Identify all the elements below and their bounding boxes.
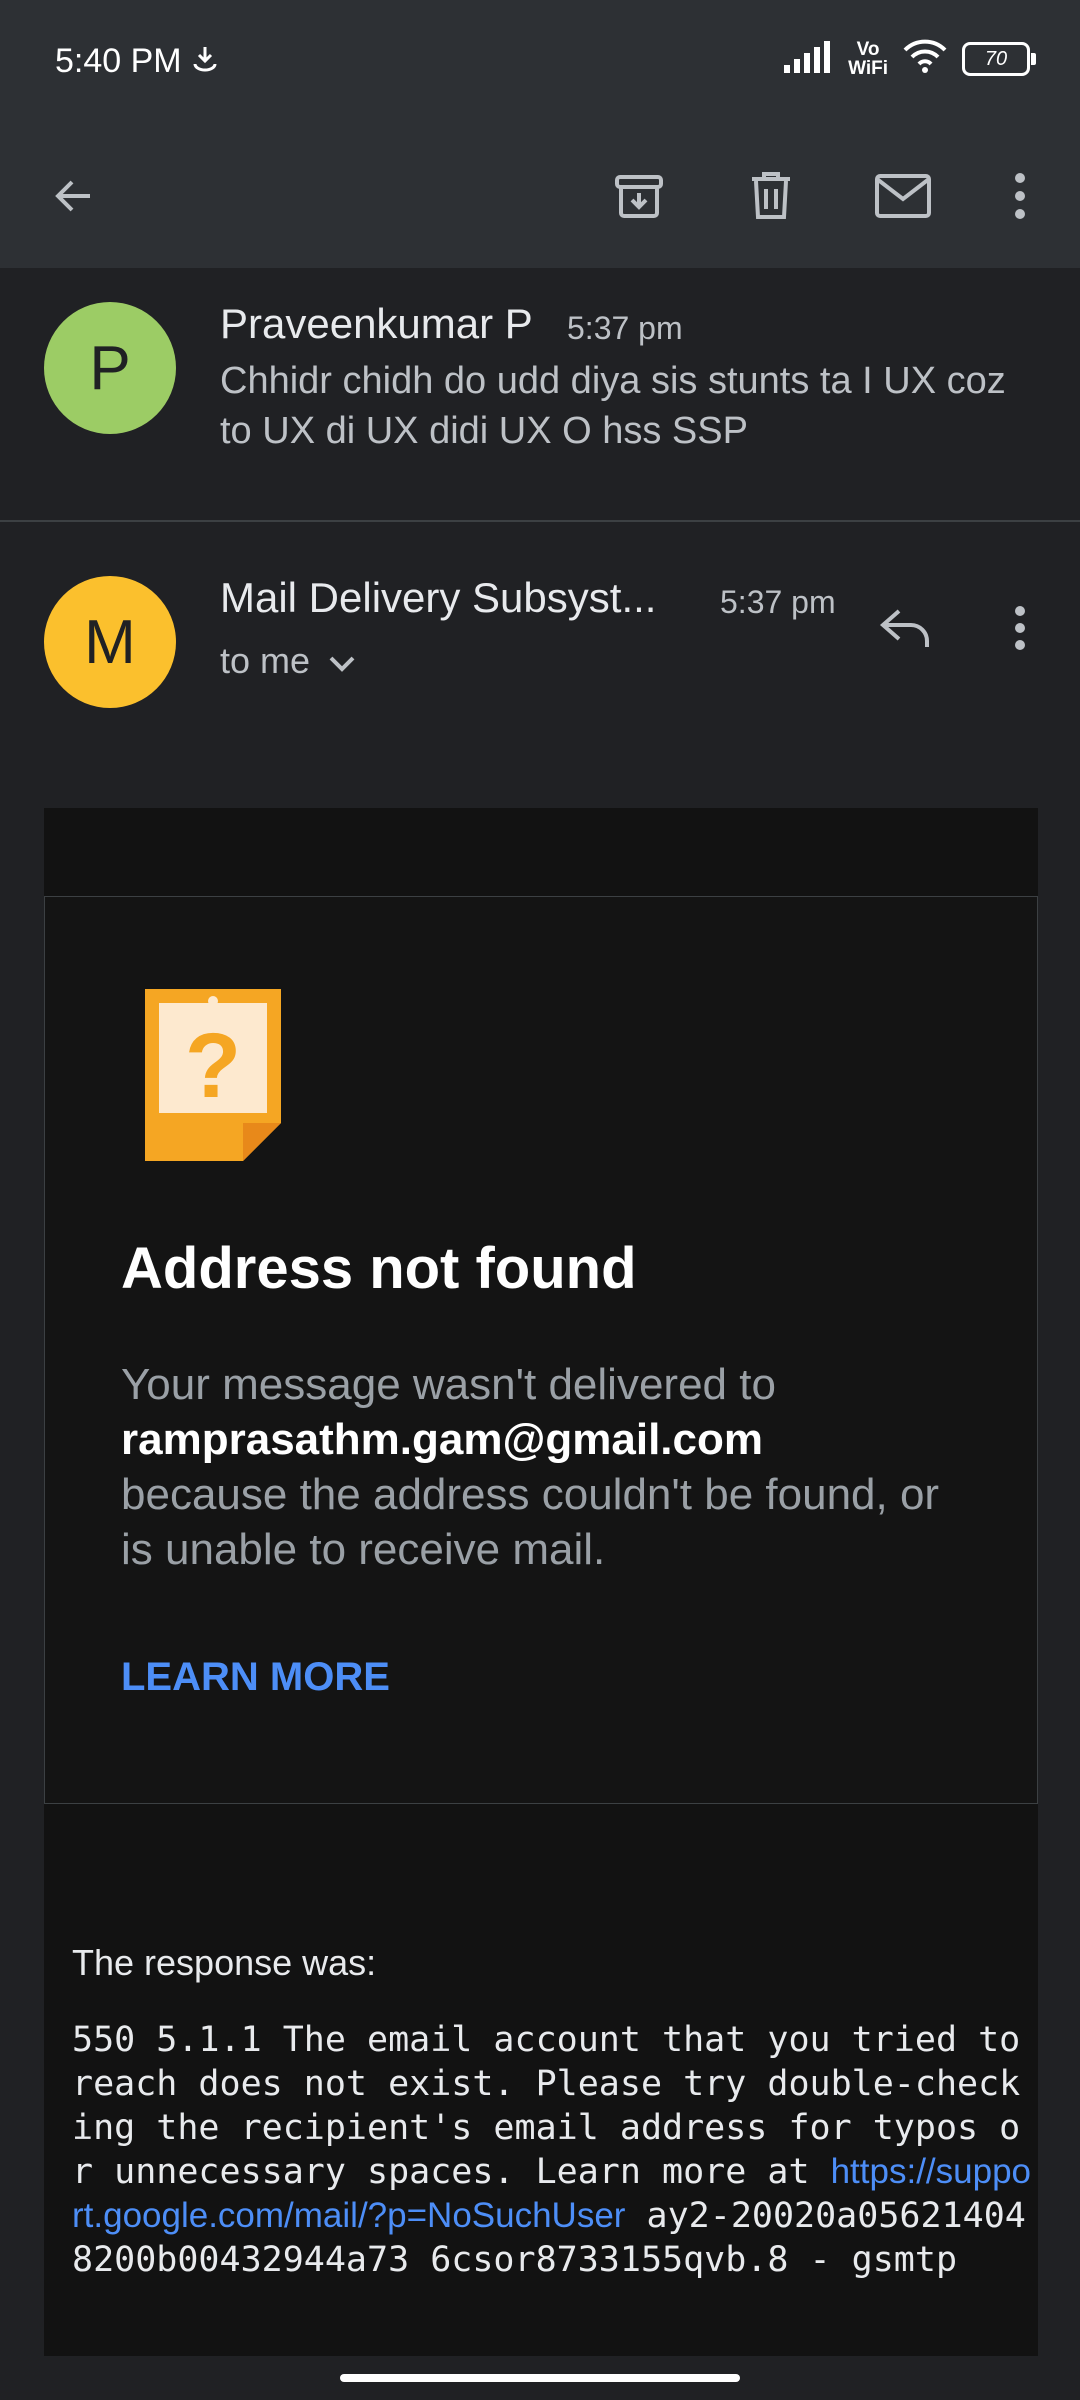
response-label: The response was: bbox=[72, 1942, 377, 1983]
mark-unread-icon[interactable] bbox=[867, 160, 939, 232]
battery-indicator: 70 bbox=[962, 41, 1036, 76]
gesture-handle[interactable] bbox=[340, 2374, 740, 2382]
email-body: ? Address not found Your message wasn't … bbox=[44, 808, 1038, 2368]
status-time: 5:40 PM bbox=[55, 42, 182, 80]
status-bar: 5:40 PM Vo WiFi 70 bbox=[0, 0, 1080, 124]
recipient-email: ramprasathm.gam@gmail.com bbox=[121, 1415, 763, 1464]
more-vert-icon[interactable] bbox=[984, 160, 1056, 232]
download-icon bbox=[190, 44, 220, 79]
vowifi-bottom: WiFi bbox=[848, 57, 888, 79]
signal-icon bbox=[782, 39, 834, 78]
back-arrow-icon[interactable] bbox=[38, 160, 110, 232]
notice-text-before: Your message wasn't delivered to bbox=[121, 1360, 776, 1409]
vowifi-indicator: Vo WiFi bbox=[848, 40, 888, 78]
question-note-icon: ? bbox=[145, 989, 281, 1166]
reply-icon[interactable] bbox=[870, 592, 942, 664]
archive-icon[interactable] bbox=[603, 160, 675, 232]
sender-name: Mail Delivery Subsyst... bbox=[220, 574, 657, 621]
message-time: 5:37 pm bbox=[567, 310, 683, 346]
message-more-icon[interactable] bbox=[995, 592, 1045, 664]
notice-title: Address not found bbox=[121, 1236, 637, 1301]
notice-text-after: because the address couldn't be found, o… bbox=[121, 1470, 940, 1574]
learn-more-link[interactable]: LEARN MORE bbox=[121, 1655, 390, 1700]
chevron-down-icon bbox=[328, 640, 356, 682]
bounce-notice-card: ? Address not found Your message wasn't … bbox=[44, 896, 1038, 1804]
navigation-bar bbox=[0, 2356, 1080, 2400]
recipient-details-toggle[interactable]: to me bbox=[220, 640, 356, 682]
wifi-icon bbox=[902, 38, 948, 79]
notice-text: Your message wasn't delivered to rampras… bbox=[121, 1357, 981, 1577]
collapsed-message[interactable]: P Praveenkumar P 5:37 pm Chhidr chidh do… bbox=[0, 268, 1080, 522]
vowifi-top: Vo bbox=[856, 38, 880, 60]
recipient-label: to me bbox=[220, 640, 311, 681]
avatar[interactable]: M bbox=[44, 576, 176, 708]
response-code: 550 5.1.1 The email account that you tri… bbox=[72, 2018, 1032, 2282]
sender-name: Praveenkumar P bbox=[220, 300, 533, 347]
message-time: 5:37 pm bbox=[720, 584, 836, 620]
toolbar bbox=[0, 124, 1080, 268]
message-snippet: Chhidr chidh do udd diya sis stunts ta I… bbox=[220, 360, 1006, 452]
message-header: M Mail Delivery Subsyst... 5:37 pm to me bbox=[0, 522, 1080, 782]
svg-text:?: ? bbox=[185, 1015, 241, 1117]
avatar[interactable]: P bbox=[44, 302, 176, 434]
delete-icon[interactable] bbox=[735, 160, 807, 232]
